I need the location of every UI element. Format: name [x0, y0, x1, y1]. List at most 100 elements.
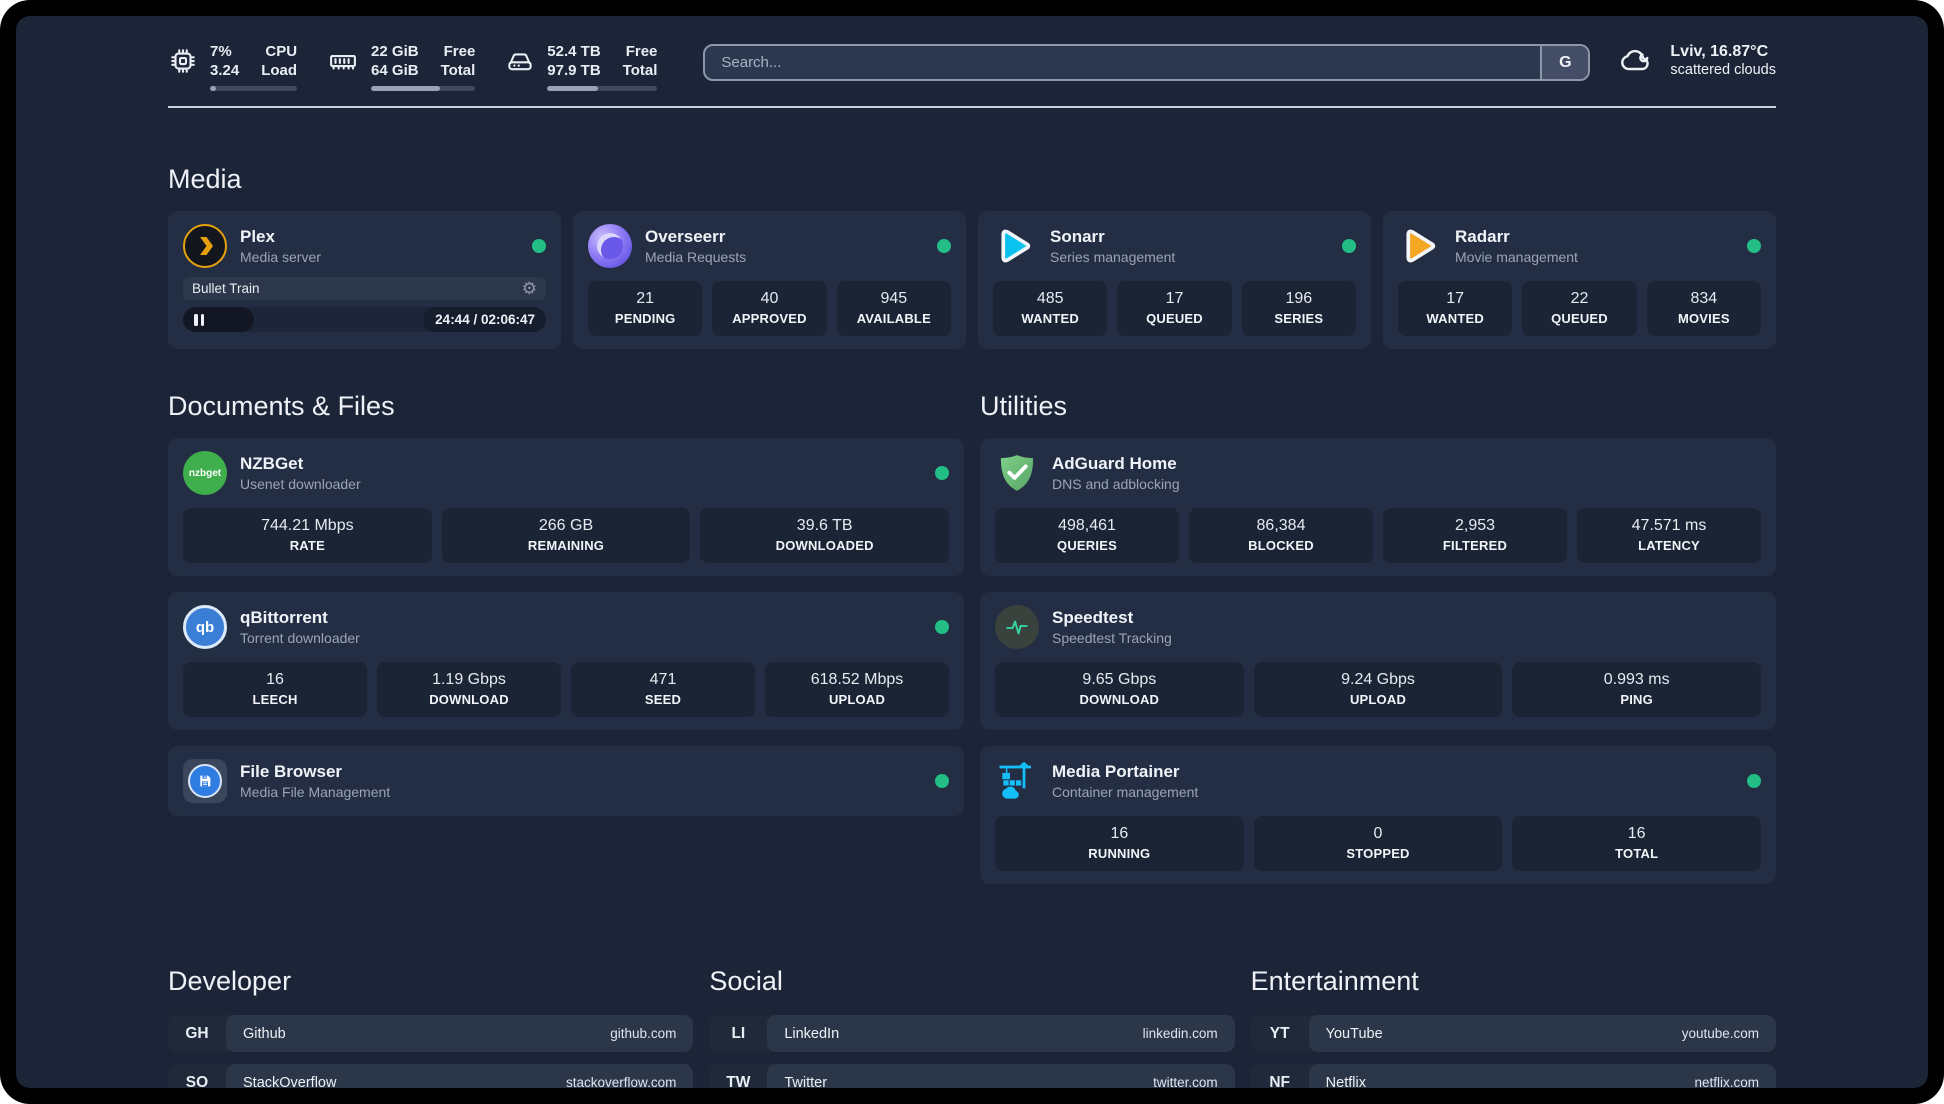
status-dot-online — [1342, 239, 1356, 253]
bookmark-linkedin[interactable]: LI LinkedIn linkedin.com — [709, 1015, 1235, 1052]
stat-tile: 17 WANTED — [1398, 281, 1513, 336]
stat-label: DOWNLOAD — [429, 692, 509, 707]
app-description: Media Requests — [645, 249, 747, 265]
documents-column: Documents & Files nzbget NZBGet Usenet d… — [168, 391, 964, 816]
app-card-speedtest[interactable]: Speedtest Speedtest Tracking 9.65 Gbps D… — [980, 592, 1776, 730]
bookmark-name: Twitter — [784, 1074, 828, 1089]
stat-value: 17 — [1446, 290, 1465, 307]
bookmarks-entertainment: Entertainment YT YouTube youtube.com NF N… — [1250, 966, 1776, 1088]
gear-icon[interactable]: ⚙ — [522, 280, 537, 297]
stat-label: AVAILABLE — [856, 311, 931, 326]
stat-label: QUEUED — [1146, 311, 1203, 326]
app-card-filebrowser[interactable]: File Browser Media File Management — [168, 746, 964, 816]
stat-tile: 9.24 Gbps UPLOAD — [1253, 662, 1503, 717]
app-card-portainer[interactable]: Media Portainer Container management 16 … — [980, 746, 1776, 884]
stat-value: 16 — [1110, 825, 1129, 842]
cpu-label2: Load — [261, 62, 298, 79]
stat-label: LATENCY — [1638, 538, 1700, 553]
stat-value: 196 — [1285, 290, 1313, 307]
stat-label: PENDING — [614, 311, 676, 326]
bookmark-url: stackoverflow.com — [566, 1075, 677, 1088]
disk-label2: Total — [622, 62, 658, 79]
now-playing-title: Bullet Train — [192, 281, 260, 296]
app-name: Radarr — [1455, 227, 1510, 246]
bookmark-youtube[interactable]: YT YouTube youtube.com — [1250, 1015, 1776, 1052]
app-card-sonarr[interactable]: Sonarr Series management 485 WANTED 17 Q… — [978, 211, 1371, 349]
app-name: Speedtest — [1052, 608, 1134, 627]
stat-value: 485 — [1036, 290, 1064, 307]
status-dot-online — [935, 620, 949, 634]
stat-value: 40 — [760, 290, 779, 307]
bookmark-netflix[interactable]: NF Netflix netflix.com — [1250, 1064, 1776, 1088]
stat-tile: 21 PENDING — [588, 281, 703, 336]
app-description: Speedtest Tracking — [1052, 630, 1172, 646]
app-name: File Browser — [240, 762, 343, 781]
stat-tile: 471 SEED — [571, 662, 755, 717]
stat-tile: 39.6 TB DOWNLOADED — [700, 508, 950, 563]
memory-label2: Total — [440, 62, 476, 79]
memory-total-value: 64 GiB — [371, 62, 419, 79]
stat-tile: 0.993 ms PING — [1512, 662, 1762, 717]
app-card-nzbget[interactable]: nzbget NZBGet Usenet downloader 744.21 M… — [168, 438, 964, 576]
stat-label: BLOCKED — [1248, 538, 1314, 553]
cpu-label1: CPU — [265, 43, 298, 60]
disk-progress-track — [547, 86, 658, 91]
playback-progress-bar[interactable]: 24:44 / 02:06:47 — [183, 307, 546, 332]
app-card-overseerr[interactable]: Overseerr Media Requests 21 PENDING 40 A… — [573, 211, 966, 349]
bookmark-abbr: SO — [185, 1073, 209, 1089]
stat-label: WANTED — [1021, 311, 1079, 326]
stat-tile: 16 TOTAL — [1512, 816, 1762, 871]
stat-value: 2,953 — [1454, 517, 1496, 534]
section-title-developer: Developer — [168, 966, 292, 996]
app-card-qbittorrent[interactable]: qb qBittorrent Torrent downloader 16 LEE… — [168, 592, 964, 730]
stat-tile: 0 STOPPED — [1253, 816, 1503, 871]
stat-label: STOPPED — [1346, 846, 1410, 861]
pause-icon[interactable] — [194, 313, 204, 326]
stat-label: APPROVED — [732, 311, 807, 326]
stat-value: 16 — [1627, 825, 1646, 842]
search-input[interactable] — [705, 46, 1541, 79]
nzbget-icon: nzbget — [183, 451, 227, 495]
bookmark-github[interactable]: GH Github github.com — [168, 1015, 694, 1052]
stat-value: 471 — [649, 671, 677, 688]
app-name: Sonarr — [1050, 227, 1105, 246]
status-dot-online — [1747, 774, 1761, 788]
stat-tile: 40 APPROVED — [712, 281, 827, 336]
dashboard-page: 7% CPU 3.24 Load 22 GiB Free 64 GiB Tota… — [16, 16, 1928, 1088]
weather-location-temp: Lviv, 16.87°C — [1670, 42, 1769, 60]
search-bar: G — [703, 44, 1591, 81]
bookmark-url: linkedin.com — [1142, 1026, 1218, 1041]
search-engine-button[interactable]: G — [1540, 46, 1589, 79]
bookmarks-developer: Developer GH Github github.com SO StackOv… — [168, 966, 694, 1089]
stat-label: UPLOAD — [1349, 692, 1407, 707]
app-description: Movie management — [1455, 249, 1578, 265]
stat-value: 9.24 Gbps — [1341, 671, 1415, 688]
stat-value: 17 — [1165, 290, 1184, 307]
stat-tile: 196 SERIES — [1241, 281, 1356, 336]
cpu-progress-track — [210, 86, 298, 91]
app-card-adguard[interactable]: AdGuard Home DNS and adblocking 498,461 … — [980, 438, 1776, 576]
cpu-widget: 7% CPU 3.24 Load — [168, 42, 298, 91]
now-playing-row: Bullet Train ⚙ — [183, 277, 546, 300]
app-name: AdGuard Home — [1052, 454, 1177, 473]
app-card-plex[interactable]: Plex Media server Bullet Train ⚙ 24:44 /… — [168, 211, 561, 349]
weather-condition: scattered clouds — [1670, 61, 1776, 78]
disk-widget: 52.4 TB Free 97.9 TB Total — [505, 42, 658, 91]
weather-widget[interactable]: Lviv, 16.87°C scattered clouds — [1616, 42, 1776, 78]
app-description: Torrent downloader — [240, 630, 360, 646]
app-name: Media Portainer — [1052, 762, 1180, 781]
bookmark-twitter[interactable]: TW Twitter twitter.com — [709, 1064, 1235, 1089]
bookmark-stackoverflow[interactable]: SO StackOverflow stackoverflow.com — [168, 1064, 694, 1089]
stat-tile: 22 QUEUED — [1522, 281, 1637, 336]
app-card-radarr[interactable]: Radarr Movie management 17 WANTED 22 QUE… — [1383, 211, 1776, 349]
cpu-load-value: 3.24 — [210, 62, 240, 79]
stat-label: UPLOAD — [828, 692, 886, 707]
bookmark-abbr: TW — [726, 1073, 751, 1089]
filebrowser-icon — [183, 759, 227, 803]
stat-label: TOTAL — [1615, 846, 1659, 861]
stat-label: RATE — [289, 538, 325, 553]
stat-label: DOWNLOAD — [1079, 692, 1160, 707]
app-description: Media server — [240, 249, 321, 265]
stat-label: QUERIES — [1057, 538, 1117, 553]
qbittorrent-icon: qb — [183, 605, 227, 649]
